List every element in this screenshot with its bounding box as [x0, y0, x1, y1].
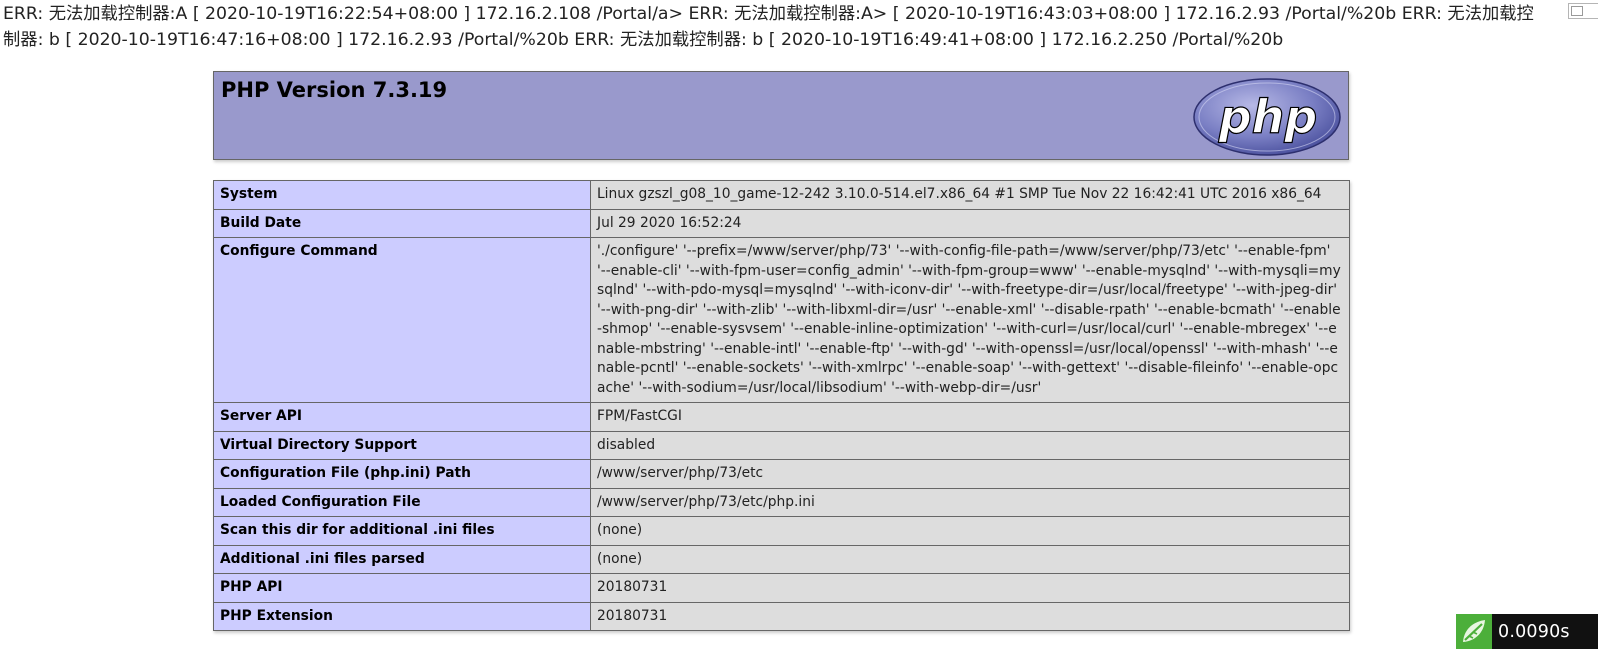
table-row: Additional .ini files parsed (none) [213, 544, 1350, 574]
row-label: PHP API [213, 573, 591, 603]
table-row: Virtual Directory Support disabled [213, 430, 1350, 460]
row-value: FPM/FastCGI [590, 402, 1350, 432]
table-row: PHP Extension 20180731 [213, 601, 1350, 631]
row-value: /www/server/php/73/etc [590, 459, 1350, 489]
row-label: Virtual Directory Support [213, 430, 591, 460]
table-row: Loaded Configuration File/www/server/php… [213, 487, 1350, 517]
php-logo: php [1193, 78, 1341, 156]
timer-value: 0.0090s [1498, 621, 1570, 642]
table-row: Configuration File (php.ini) Path/www/se… [213, 459, 1350, 489]
row-value: 20180731 [590, 601, 1350, 631]
row-value: disabled [590, 430, 1350, 460]
row-value: /www/server/php/73/etc/php.ini [590, 487, 1350, 517]
row-value: Jul 29 2020 16:52:24 [590, 208, 1350, 238]
page-trace-timer[interactable]: 0.0090s [1456, 614, 1598, 649]
thinkphp-leaf-icon [1456, 614, 1492, 649]
broken-image-icon [1568, 3, 1598, 19]
row-label: Build Date [213, 208, 591, 238]
row-value: Linux gzszl_g08_10_game-12-242 3.10.0-51… [590, 180, 1350, 210]
row-label: Scan this dir for additional .ini files [213, 516, 591, 546]
row-label: Server API [213, 402, 591, 432]
row-label: Configuration File (php.ini) Path [213, 459, 591, 489]
table-row: Build Date Jul 29 2020 16:52:24 [213, 208, 1350, 238]
svg-text:php: php [1218, 90, 1318, 144]
page-title: PHP Version 7.3.19 [221, 78, 448, 102]
row-value: './configure' '--prefix=/www/server/php/… [590, 237, 1350, 403]
row-value: 20180731 [590, 573, 1350, 603]
row-value: (none) [590, 544, 1350, 574]
table-row: Configure Command './configure' '--prefix… [213, 237, 1350, 403]
table-row: PHP API 20180731 [213, 573, 1350, 603]
table-row: Server API FPM/FastCGI [213, 402, 1350, 432]
row-label: Configure Command [213, 237, 591, 403]
error-log-text: ERR: 无法加载控制器:A [ 2020-10-19T16:22:54+08:… [3, 4, 1534, 50]
row-label: Additional .ini files parsed [213, 544, 591, 574]
table-row: Scan this dir for additional .ini files(… [213, 516, 1350, 546]
row-label: System [213, 180, 591, 210]
php-version-header: PHP Version 7.3.19 php [213, 71, 1349, 160]
table-row: System Linux gzszl_g08_10_game-12-242 3.1… [213, 180, 1350, 210]
row-label: Loaded Configuration File [213, 487, 591, 517]
row-label: PHP Extension [213, 601, 591, 631]
row-value: (none) [590, 516, 1350, 546]
php-info-table: System Linux gzszl_g08_10_game-12-242 3.1… [213, 180, 1350, 631]
